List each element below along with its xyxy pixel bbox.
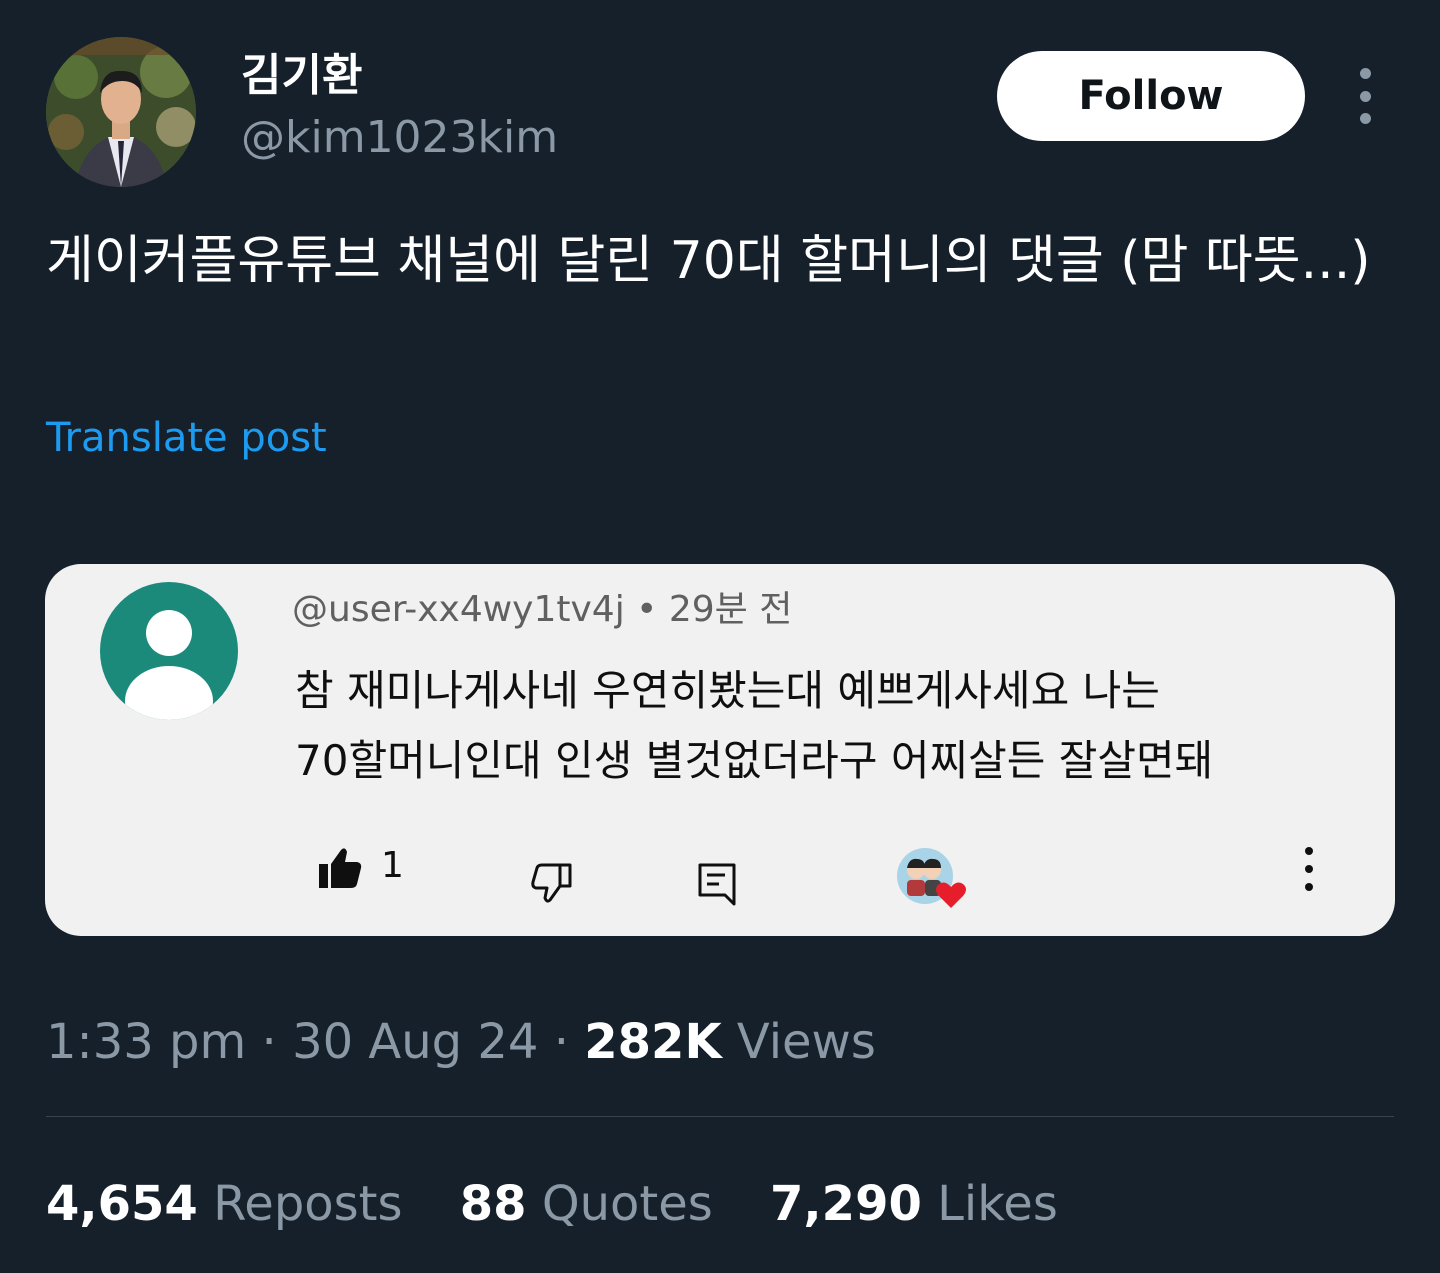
post-text: 게이커플유튜브 채널에 달린 70대 할머니의 댓글 (맘 따뜻...)	[46, 231, 1371, 291]
separator-dot: ·	[261, 1014, 293, 1070]
post-time[interactable]: 1:33 pm	[46, 1014, 246, 1070]
comment-meta: @user-xx4wy1tv4j • 29분 전	[292, 586, 792, 634]
comment-username: @user-xx4wy1tv4j	[292, 589, 625, 630]
reposts-stat[interactable]: 4,654 Reposts	[46, 1172, 403, 1236]
author-photo	[46, 37, 196, 187]
reposts-count: 4,654	[46, 1176, 198, 1232]
likes-count: 7,290	[770, 1176, 922, 1232]
thumbs-up-icon	[319, 848, 362, 888]
comment-more-icon	[1299, 847, 1319, 891]
reply-icon	[698, 863, 736, 906]
views-count: 282K	[584, 1014, 722, 1070]
dot	[1359, 68, 1371, 79]
author-display-name[interactable]: 김기환	[241, 48, 362, 104]
follow-button[interactable]: Follow	[997, 51, 1305, 141]
engagement-stats: 4,654 Reposts 88 Quotes 7,290 Likes	[46, 1172, 1100, 1236]
dot	[1359, 113, 1371, 124]
dot	[1359, 90, 1371, 102]
thumbs-down-icon	[531, 863, 572, 903]
more-options-icon[interactable]	[1340, 68, 1390, 124]
separator-dot: ·	[553, 1014, 585, 1070]
comment-time: 29분 전	[668, 589, 793, 630]
author-handle[interactable]: @kim1023kim	[241, 110, 558, 166]
quotes-stat[interactable]: 88 Quotes	[460, 1172, 713, 1236]
divider	[46, 1116, 1394, 1117]
like-count: 1	[381, 845, 404, 886]
creator-heart-icon	[897, 848, 966, 908]
commenter-avatar-icon	[100, 582, 238, 720]
likes-stat[interactable]: 7,290 Likes	[770, 1172, 1058, 1236]
quotes-label: Quotes	[541, 1176, 713, 1232]
post-detail-view: 김기환 @kim1023kim Follow 게이커플유튜브 채널에 달린 70…	[0, 0, 1440, 1273]
translate-post-link[interactable]: Translate post	[46, 410, 327, 466]
reposts-label: Reposts	[213, 1176, 403, 1232]
views-label: Views	[736, 1014, 876, 1070]
author-avatar[interactable]	[46, 37, 196, 187]
likes-label: Likes	[937, 1176, 1058, 1232]
comment-text: 참 재미나게사네 우연히봤는대 예쁘게사세요 나는 70할머니인대 인생 별것없…	[295, 666, 1214, 785]
post-timestamp: 1:33 pm · 30 Aug 24 · 282K Views	[46, 1010, 876, 1074]
quotes-count: 88	[459, 1176, 527, 1232]
separator-dot: •	[636, 589, 669, 630]
post-date[interactable]: 30 Aug 24	[292, 1014, 538, 1070]
embedded-image[interactable]: @user-xx4wy1tv4j • 29분 전 참 재미나게사네 우연히봤는대…	[45, 564, 1395, 936]
